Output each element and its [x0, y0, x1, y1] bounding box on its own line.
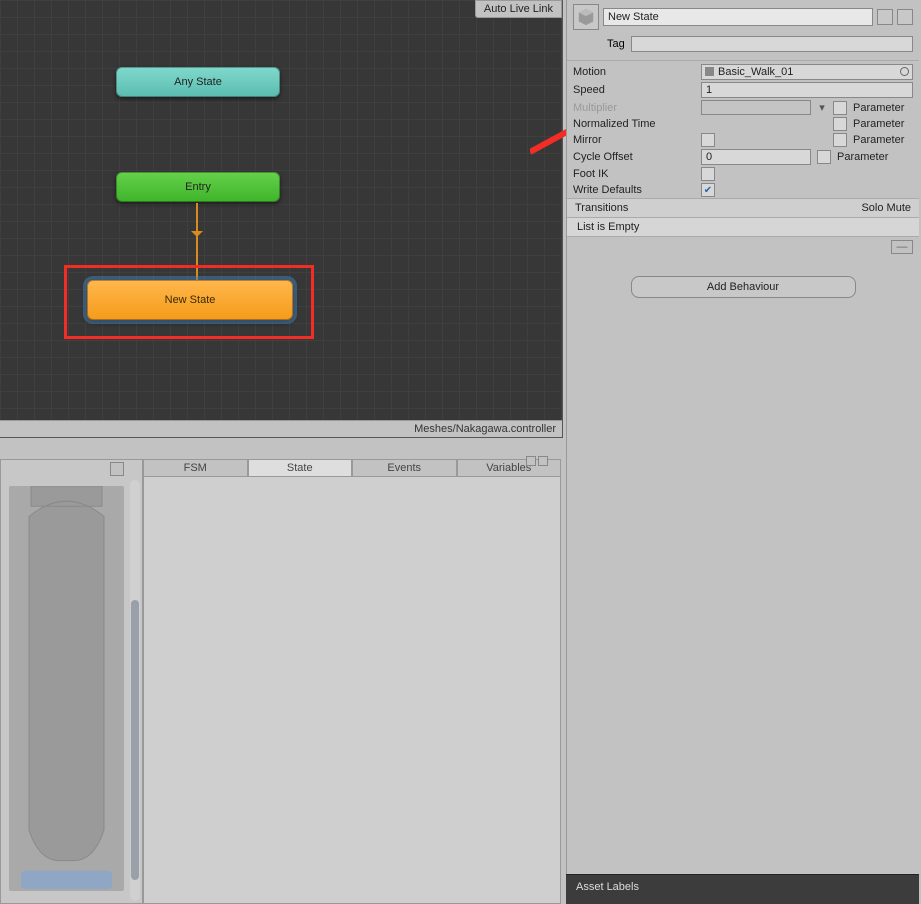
solo-mute-label: Solo Mute: [861, 202, 911, 214]
animator-graph[interactable]: Auto Live Link Any State Entry New State…: [0, 0, 563, 438]
tab-state[interactable]: State: [248, 459, 353, 476]
speed-label: Speed: [573, 84, 695, 96]
cycle-offset-label: Cycle Offset: [573, 151, 695, 163]
motion-label: Motion: [573, 66, 695, 78]
cycle-offset-field[interactable]: 0: [701, 149, 811, 165]
add-behaviour-button[interactable]: Add Behaviour: [631, 276, 856, 298]
asset-path-breadcrumb[interactable]: Meshes/Nakagawa.controller: [0, 420, 562, 437]
remove-transition-button[interactable]: —: [891, 240, 913, 254]
scrollbar-thumb[interactable]: [131, 600, 139, 880]
state-name-input[interactable]: [603, 8, 873, 26]
tag-label: Tag: [607, 38, 625, 50]
transitions-header: Transitions Solo Mute: [567, 198, 919, 218]
cycle-offset-parameter-checkbox[interactable]: [817, 150, 831, 164]
panel-options-icon[interactable]: [110, 462, 124, 476]
parameter-label: Parameter: [853, 134, 913, 146]
mirror-checkbox[interactable]: [701, 133, 715, 147]
panel-icon[interactable]: [538, 456, 548, 466]
reference-icon[interactable]: [877, 9, 893, 25]
write-defaults-checkbox[interactable]: [701, 183, 715, 197]
new-state-node[interactable]: New State: [87, 280, 293, 320]
tag-input[interactable]: [631, 36, 913, 52]
parameter-label: Parameter: [837, 151, 897, 163]
character-silhouette-icon: [9, 486, 124, 891]
node-label: Entry: [185, 181, 211, 193]
tab-fsm[interactable]: FSM: [143, 459, 248, 476]
transitions-label: Transitions: [575, 202, 628, 214]
cube-icon: [577, 8, 595, 26]
mirror-label: Mirror: [573, 134, 695, 146]
playmaker-tabs: FSM State Events Variables: [143, 459, 561, 477]
foot-ik-label: Foot IK: [573, 168, 695, 180]
inspector-panel: Tag Motion Basic_Walk_01 Speed 1 Multipl…: [566, 0, 919, 874]
parameter-label: Parameter: [853, 118, 913, 130]
multiplier-field: [701, 100, 811, 115]
node-label: New State: [165, 294, 216, 306]
parameter-label: Parameter: [853, 102, 913, 114]
foot-ik-checkbox[interactable]: [701, 167, 715, 181]
speed-field[interactable]: 1: [701, 82, 913, 98]
preview-thumbnail[interactable]: [9, 486, 124, 891]
motion-field[interactable]: Basic_Walk_01: [701, 64, 913, 80]
normalized-time-parameter-checkbox[interactable]: [833, 117, 847, 131]
playmaker-panel-body[interactable]: [143, 477, 561, 904]
panel-toolbar-icons: [526, 456, 548, 466]
multiplier-label: Multiplier: [573, 102, 695, 114]
asset-labels-header[interactable]: Asset Labels: [566, 874, 919, 904]
tab-events[interactable]: Events: [352, 459, 457, 476]
mirror-parameter-checkbox[interactable]: [833, 133, 847, 147]
normalized-time-label: Normalized Time: [573, 118, 695, 130]
auto-live-link-button[interactable]: Auto Live Link: [475, 0, 562, 18]
state-icon: [573, 4, 599, 30]
transitions-empty-text: List is Empty: [567, 218, 919, 237]
object-picker-icon[interactable]: [900, 67, 909, 76]
gear-icon[interactable]: [897, 9, 913, 25]
entry-node[interactable]: Entry: [116, 172, 280, 202]
write-defaults-label: Write Defaults: [573, 184, 695, 196]
scrollbar[interactable]: [130, 480, 140, 901]
motion-value: Basic_Walk_01: [718, 66, 793, 78]
panel-icon[interactable]: [526, 456, 536, 466]
preview-panel: [0, 459, 143, 904]
transition-arrow[interactable]: [196, 203, 198, 280]
any-state-node[interactable]: Any State: [116, 67, 280, 97]
dropdown-icon[interactable]: ▾: [817, 101, 827, 114]
node-label: Any State: [174, 76, 222, 88]
multiplier-parameter-checkbox[interactable]: [833, 101, 847, 115]
